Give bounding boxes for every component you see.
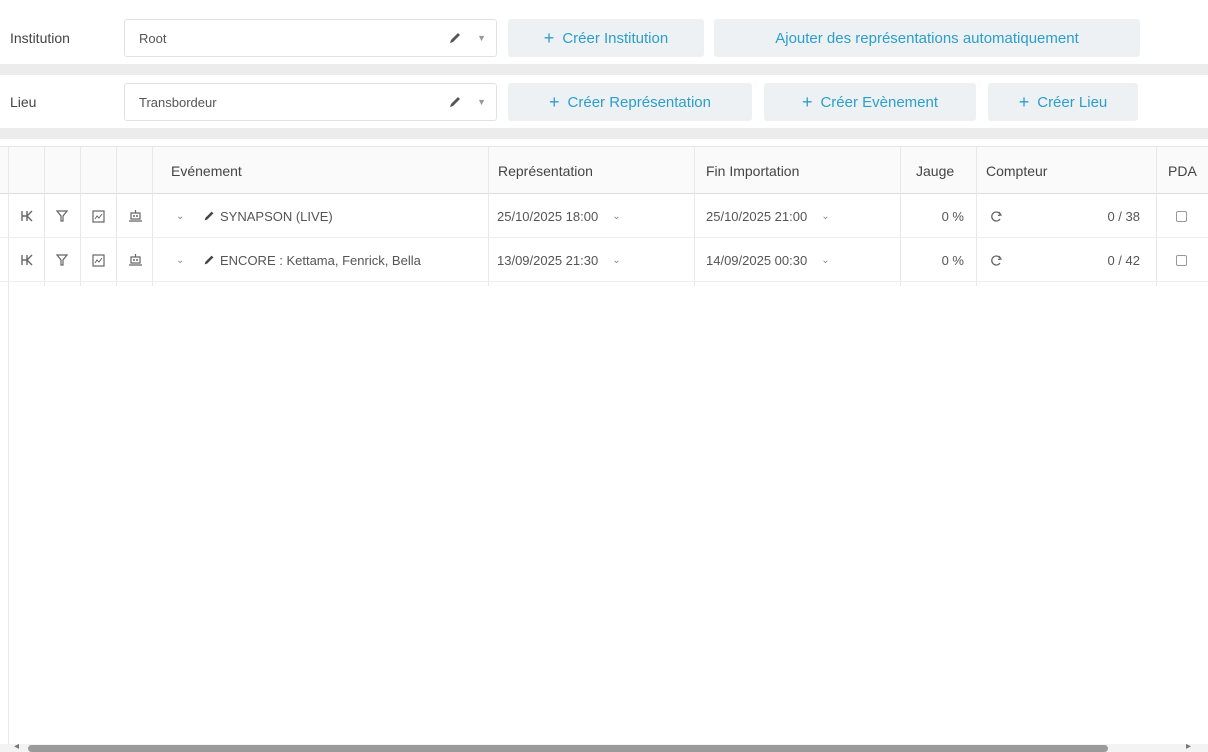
event-cell[interactable]: SYNAPSON (LIVE)	[202, 194, 333, 238]
representation-date: 25/10/2025 18:00	[497, 208, 599, 224]
fin-importation-date: 14/09/2025 00:30	[706, 252, 808, 268]
lieu-row: Lieu Transbordeur ▼ + Créer Représentati…	[0, 82, 1208, 122]
plus-icon: +	[543, 28, 555, 48]
create-representation-button[interactable]: + Créer Représentation	[508, 83, 752, 121]
plus-icon: +	[549, 92, 560, 112]
chevron-down-icon[interactable]: ▼	[477, 33, 486, 43]
table-row[interactable]: ⌄ ENCORE : Kettama, Fenrick, Bella 13/09…	[0, 238, 1208, 282]
column-header-event[interactable]: Evénement	[171, 147, 242, 194]
jauge-cell: 0 %	[941, 208, 964, 224]
ticket-robot-icon[interactable]	[128, 194, 143, 238]
create-lieu-button[interactable]: + Créer Lieu	[988, 83, 1138, 121]
pda-checkbox[interactable]	[1176, 238, 1187, 282]
auto-add-representations-button[interactable]: Ajouter des représentations automatiquem…	[714, 19, 1140, 57]
checkbox[interactable]	[1176, 210, 1187, 222]
expand-row-toggle[interactable]: ⌄	[176, 238, 184, 282]
lieu-label: Lieu	[10, 94, 37, 110]
chevron-down-icon[interactable]: ⌄	[176, 211, 184, 222]
plus-icon: +	[1018, 92, 1030, 112]
compteur-value: 0 / 38	[1107, 208, 1140, 224]
institution-row: Institution Root ▼ + Créer Institution A…	[0, 18, 1208, 58]
checkbox[interactable]	[1176, 254, 1187, 266]
pencil-icon[interactable]	[202, 253, 216, 267]
fin-importation-cell[interactable]: 25/10/2025 21:00 ⌄	[706, 194, 830, 238]
hierarchy-icon[interactable]	[20, 238, 34, 282]
column-header-jauge[interactable]: Jauge	[916, 147, 954, 194]
horizontal-scrollbar-thumb[interactable]	[28, 745, 1108, 752]
fin-importation-date: 25/10/2025 21:00	[706, 208, 808, 224]
compteur-value: 0 / 42	[1107, 252, 1140, 268]
filter-icon[interactable]	[56, 238, 68, 282]
separator-band	[0, 128, 1208, 139]
representation-date: 13/09/2025 21:30	[497, 252, 599, 268]
column-header-representation[interactable]: Représentation	[498, 147, 593, 194]
pencil-icon[interactable]	[202, 209, 216, 223]
event-name: SYNAPSON (LIVE)	[220, 208, 333, 224]
pencil-icon[interactable]	[447, 30, 463, 46]
table-left-border	[8, 286, 9, 744]
scroll-left-arrow-icon[interactable]: ◂	[14, 741, 19, 752]
pencil-icon[interactable]	[447, 94, 463, 110]
chevron-down-icon[interactable]: ⌄	[612, 255, 620, 266]
chevron-down-icon[interactable]: ⌄	[176, 255, 184, 266]
refresh-icon[interactable]	[990, 194, 1003, 238]
event-cell[interactable]: ENCORE : Kettama, Fenrick, Bella	[202, 238, 421, 282]
create-institution-button[interactable]: + Créer Institution	[508, 19, 704, 57]
fin-importation-cell[interactable]: 14/09/2025 00:30 ⌄	[706, 238, 830, 282]
column-header-fin-importation[interactable]: Fin Importation	[706, 147, 799, 194]
lieu-select[interactable]: Transbordeur ▼	[124, 83, 497, 121]
create-event-button[interactable]: + Créer Evènement	[764, 83, 976, 121]
column-header-pda[interactable]: PDA	[1168, 147, 1197, 194]
create-lieu-label: Créer Lieu	[1037, 93, 1108, 111]
refresh-icon[interactable]	[990, 238, 1003, 282]
lieu-select-value: Transbordeur	[139, 94, 217, 110]
representation-cell[interactable]: 13/09/2025 21:30 ⌄	[497, 238, 621, 282]
scroll-right-arrow-icon[interactable]: ▸	[1186, 741, 1191, 752]
institution-select-value: Root	[139, 30, 167, 46]
pda-checkbox[interactable]	[1176, 194, 1187, 238]
separator-band	[0, 64, 1208, 75]
chevron-down-icon[interactable]: ⌄	[821, 211, 829, 222]
column-header-compteur[interactable]: Compteur	[986, 147, 1047, 194]
representation-cell[interactable]: 25/10/2025 18:00 ⌄	[497, 194, 621, 238]
jauge-cell: 0 %	[941, 252, 964, 268]
expand-row-toggle[interactable]: ⌄	[176, 194, 184, 238]
chevron-down-icon[interactable]: ▼	[477, 97, 486, 107]
image-icon[interactable]	[92, 238, 105, 282]
hierarchy-icon[interactable]	[20, 194, 34, 238]
chevron-down-icon[interactable]: ⌄	[821, 255, 829, 266]
chevron-down-icon[interactable]: ⌄	[612, 211, 620, 222]
institution-select[interactable]: Root ▼	[124, 19, 497, 57]
ticket-robot-icon[interactable]	[128, 238, 143, 282]
institution-label: Institution	[10, 30, 70, 46]
event-name: ENCORE : Kettama, Fenrick, Bella	[220, 252, 421, 268]
filter-icon[interactable]	[56, 194, 68, 238]
auto-add-label: Ajouter des représentations automatiquem…	[775, 29, 1079, 47]
create-event-label: Créer Evènement	[820, 93, 939, 111]
create-institution-label: Créer Institution	[562, 29, 669, 47]
table-header: Evénement Représentation Fin Importation…	[0, 146, 1208, 194]
image-icon[interactable]	[92, 194, 105, 238]
plus-icon: +	[801, 92, 813, 112]
create-representation-label: Créer Représentation	[567, 93, 711, 111]
table-row[interactable]: ⌄ SYNAPSON (LIVE) 25/10/2025 18:00 ⌄ 25/…	[0, 194, 1208, 238]
